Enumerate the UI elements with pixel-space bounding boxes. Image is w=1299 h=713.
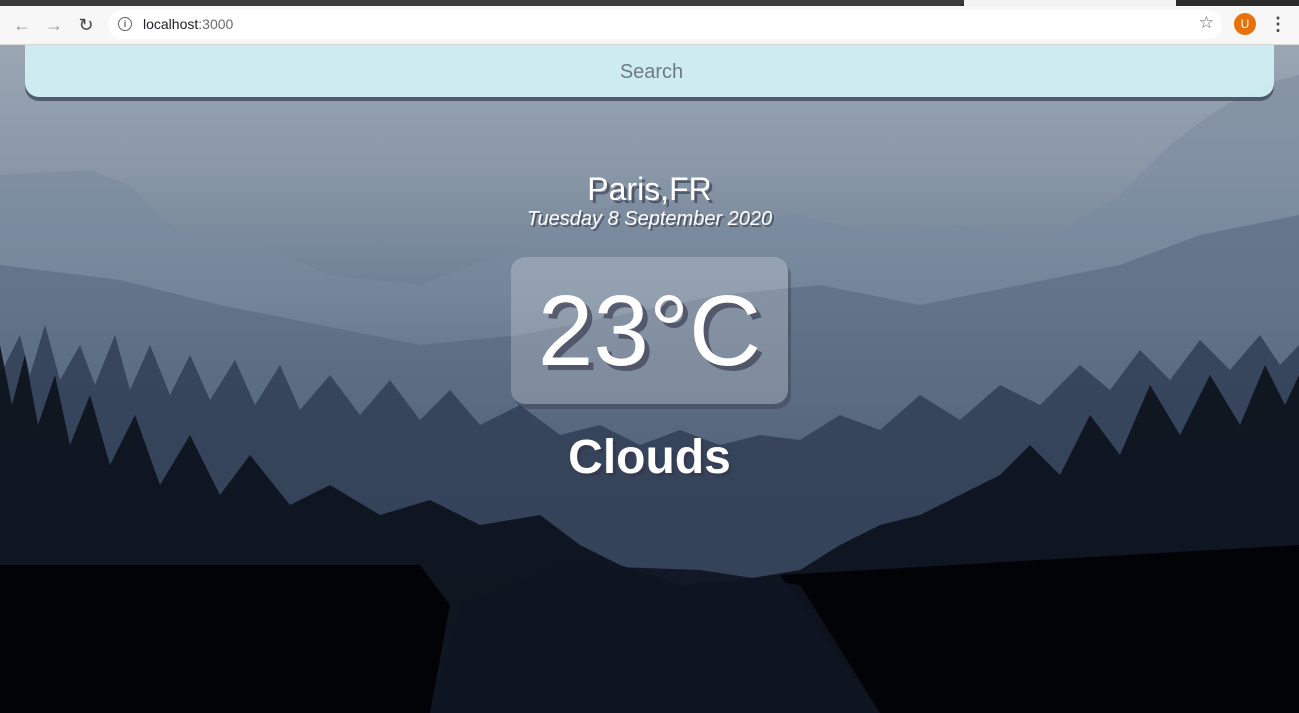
temperature-box: 23°C (511, 257, 788, 404)
url-text[interactable]: localhost:3000 (143, 16, 233, 32)
search-bar (25, 45, 1278, 99)
address-bar[interactable]: i localhost:3000 ☆ (108, 10, 1222, 39)
profile-avatar[interactable]: U (1234, 13, 1256, 35)
search-input[interactable] (25, 45, 1278, 99)
back-arrow-icon[interactable]: ← (9, 12, 35, 38)
menu-dots-icon[interactable]: ⋮ (1268, 12, 1288, 36)
weather-condition: Clouds (568, 431, 731, 484)
browser-toolbar: ← → ↻ i localhost:3000 ☆ (0, 6, 1299, 45)
date-text: Tuesday 8 September 2020 (526, 208, 773, 230)
forward-arrow-icon[interactable]: → (41, 12, 67, 38)
location-title: Paris,FR (587, 171, 712, 207)
bookmark-star-icon[interactable]: ☆ (1199, 13, 1214, 33)
temperature-value: 23°C (537, 274, 762, 387)
info-icon[interactable]: i (118, 17, 132, 31)
weather-app: Paris,FR Tuesday 8 September 2020 23°C C… (0, 45, 1299, 713)
url-port: :3000 (198, 16, 234, 32)
url-host: localhost (143, 16, 199, 32)
reload-icon[interactable]: ↻ (73, 12, 99, 38)
